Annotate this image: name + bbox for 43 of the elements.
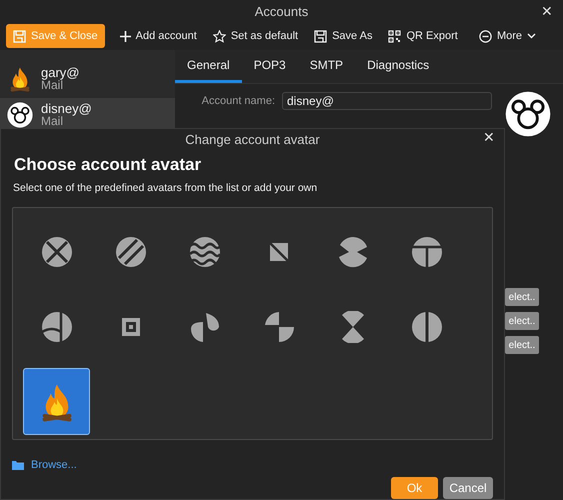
avatar-option[interactable] (23, 368, 90, 435)
select-button[interactable]: elect.. (505, 312, 539, 330)
petals-icon (188, 310, 220, 342)
account-email: gary@ (41, 66, 80, 79)
dialog-heading: Choose account avatar (14, 155, 202, 175)
tab[interactable]: General (175, 50, 242, 83)
more-icon (478, 30, 492, 42)
select-button[interactable]: elect.. (505, 288, 539, 306)
browse-link[interactable]: Browse... (12, 459, 77, 472)
account-name-field[interactable]: disney@ (282, 92, 492, 110)
toolbar-button[interactable]: QR Export (381, 24, 465, 48)
account-type: Mail (41, 115, 64, 128)
chevron-down-icon (527, 33, 536, 39)
plus-icon (120, 30, 131, 42)
save-icon (314, 30, 328, 42)
striped-circle-icon (114, 236, 146, 268)
split-circle-icon (410, 310, 442, 342)
tab[interactable]: POP3 (242, 50, 298, 83)
dialog-title: Change account avatar (185, 132, 320, 147)
more-menu-button[interactable]: More (472, 24, 543, 48)
account-type: Mail (41, 79, 64, 92)
window-title: Accounts (254, 4, 308, 18)
star-icon (212, 30, 226, 42)
qr-code-icon (388, 30, 402, 42)
dialog-description: Select one of the predefined avatars from the list or add your own (13, 182, 318, 194)
save-icon (13, 30, 26, 42)
field-label: Account name: (200, 95, 275, 107)
account-email: disney@ (41, 102, 92, 115)
crossed-circle-icon (40, 236, 72, 268)
toolbar-button[interactable]: Add account (112, 24, 204, 48)
mouse-ears-avatar-icon (505, 91, 551, 137)
cancel-button[interactable]: Cancel (443, 477, 493, 499)
folder-icon (12, 460, 24, 470)
arc-circle-icon (40, 310, 72, 342)
wavy-circle-icon (188, 236, 220, 268)
tee-circle-icon (410, 236, 442, 268)
toolbar-button[interactable]: Set as default (206, 24, 306, 48)
mouse-ears-avatar-icon (7, 102, 33, 128)
tab[interactable]: SMTP (298, 50, 356, 83)
account-list-item[interactable]: gary@ Mail (0, 62, 175, 96)
select-button[interactable]: elect.. (505, 336, 539, 354)
tab[interactable]: Diagnostics (355, 50, 442, 83)
toolbar-button[interactable]: Save As (307, 24, 380, 48)
